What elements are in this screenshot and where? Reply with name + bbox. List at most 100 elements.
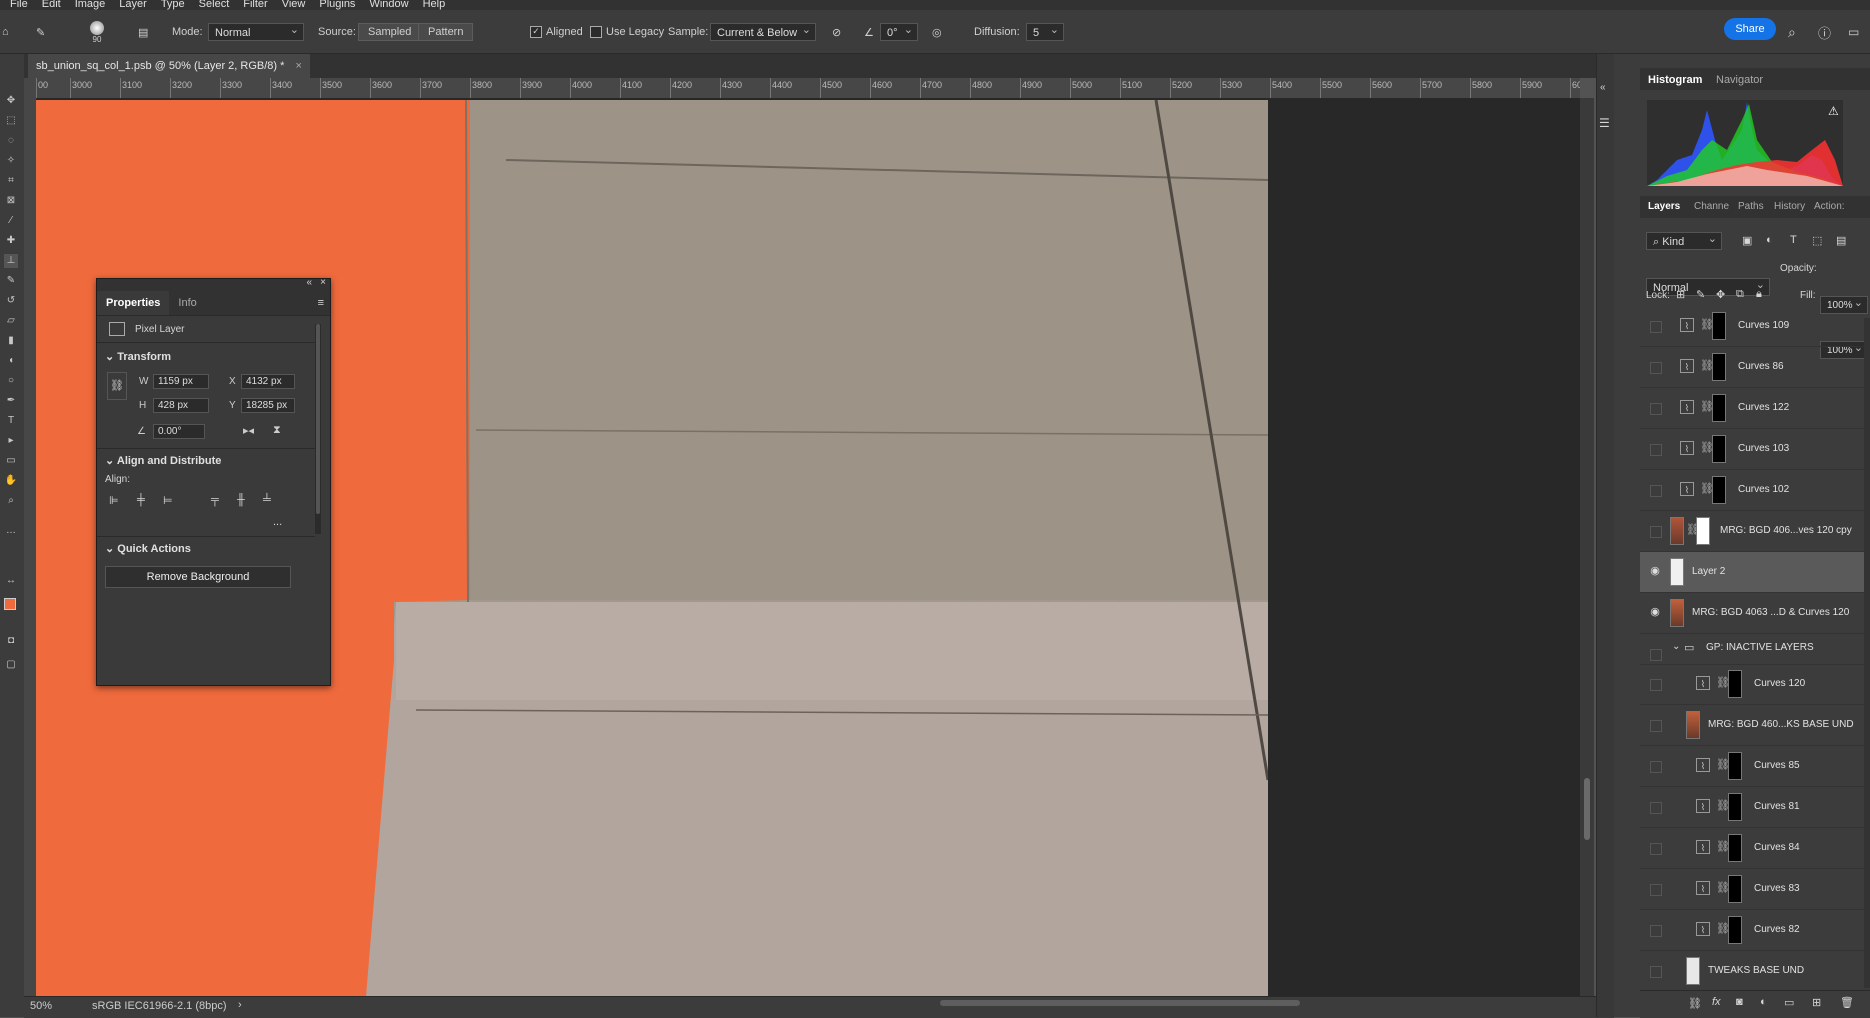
tab-paths[interactable]: Paths — [1738, 201, 1764, 212]
height-field[interactable]: 428 px — [153, 398, 209, 413]
layer-row[interactable]: ⌇ ⛓ Curves 84 — [1640, 828, 1870, 869]
visibility-toggle[interactable] — [1650, 925, 1662, 937]
menu-item-view[interactable]: View — [282, 0, 306, 10]
add-mask-icon[interactable]: ◙ — [1736, 996, 1743, 1008]
more-options-button[interactable]: ... — [273, 516, 282, 528]
layer-thumbnail[interactable] — [1686, 957, 1700, 985]
vertical-scroll-thumb[interactable] — [1584, 778, 1590, 840]
align-top-icon[interactable]: ╤ — [211, 494, 219, 506]
flip-vertical-icon[interactable]: ⧗ — [273, 424, 281, 437]
angle-input[interactable]: 0° — [880, 21, 918, 41]
filter-adjustment-icon[interactable]: ◐ — [1766, 234, 1773, 246]
layer-mask-thumbnail[interactable] — [1728, 793, 1742, 821]
ignore-adjustment-icon[interactable]: ⊘ — [832, 10, 841, 54]
blur-tool-icon[interactable]: ◖ — [4, 354, 18, 368]
marquee-tool-icon[interactable]: ⬚ — [4, 114, 18, 128]
layer-row[interactable]: ⌇ ⛓ Curves 86 — [1640, 347, 1870, 388]
lasso-tool-icon[interactable]: ◌ — [4, 134, 18, 148]
visibility-toggle[interactable] — [1650, 843, 1662, 855]
color-profile-info[interactable]: sRGB IEC61966-2.1 (8bpc) — [92, 1000, 227, 1012]
chevron-down-icon[interactable]: ⌄ — [1672, 641, 1680, 652]
tab-histogram[interactable]: Histogram — [1648, 74, 1702, 86]
properties-panel-icon[interactable]: ☰ — [1599, 116, 1610, 130]
filter-shape-icon[interactable]: ⬚ — [1812, 234, 1822, 247]
screen-mode-icon[interactable]: ▢ — [4, 658, 18, 672]
panel-scrollbar[interactable] — [315, 324, 321, 534]
frame-tool-icon[interactable]: ⊠ — [4, 194, 18, 208]
filter-type-icon[interactable]: T — [1790, 234, 1797, 246]
path-select-tool-icon[interactable]: ▸ — [4, 434, 18, 448]
menu-item-plugins[interactable]: Plugins — [319, 0, 355, 10]
swap-colors-icon[interactable]: ↔ — [4, 574, 18, 588]
layer-row[interactable]: ⌇ ⛓ Curves 85 — [1640, 746, 1870, 787]
visibility-toggle[interactable] — [1650, 720, 1662, 732]
panel-menu-icon[interactable]: ≡ — [318, 291, 330, 315]
eye-visibility-icon[interactable]: ◉ — [1649, 566, 1661, 577]
lock-transparency-icon[interactable]: ⊞ — [1676, 288, 1685, 301]
dodge-tool-icon[interactable]: ○ — [4, 374, 18, 388]
visibility-toggle[interactable] — [1650, 526, 1662, 538]
warning-icon[interactable]: ⚠ — [1828, 104, 1839, 118]
menu-item-type[interactable]: Type — [161, 0, 185, 10]
tab-channels[interactable]: Channe — [1694, 201, 1729, 212]
vertical-scrollbar[interactable] — [1580, 98, 1594, 996]
layer-mask-thumbnail[interactable] — [1728, 670, 1742, 698]
flip-horizontal-icon[interactable]: ▸◂ — [243, 424, 254, 437]
lock-pixels-icon[interactable]: ✎ — [1696, 288, 1705, 301]
menu-item-window[interactable]: Window — [369, 0, 408, 10]
layer-thumbnail[interactable] — [1670, 517, 1684, 545]
share-button[interactable]: Share — [1724, 18, 1776, 40]
visibility-toggle[interactable] — [1650, 761, 1662, 773]
tab-properties[interactable]: Properties — [97, 291, 170, 315]
search-icon[interactable]: ⌕ — [1788, 10, 1796, 54]
visibility-toggle[interactable] — [1650, 649, 1662, 661]
link-layers-icon[interactable]: ⛓ — [1688, 997, 1702, 1010]
source-pattern-button[interactable]: Pattern — [418, 23, 474, 41]
layer-mask-thumbnail[interactable] — [1696, 517, 1710, 545]
layer-row[interactable]: ⌇ ⛓ Curves 103 — [1640, 429, 1870, 470]
filter-pixel-icon[interactable]: ▣ — [1742, 234, 1752, 247]
gradient-tool-icon[interactable]: ▮ — [4, 334, 18, 348]
align-section-header[interactable]: ⌄ Align and Distribute — [105, 454, 221, 467]
layer-filter-kind-dropdown[interactable]: ⌕ Kind — [1646, 230, 1722, 250]
remove-background-button[interactable]: Remove Background — [105, 566, 291, 588]
visibility-toggle[interactable] — [1650, 884, 1662, 896]
tab-info[interactable]: Info — [169, 291, 205, 315]
pressure-size-icon[interactable]: ◎ — [932, 10, 942, 54]
align-left-icon[interactable]: ⊫ — [109, 494, 119, 507]
close-tab-icon[interactable]: × — [295, 60, 301, 72]
new-group-icon[interactable]: ▭ — [1784, 996, 1794, 1009]
menu-item-select[interactable]: Select — [199, 0, 230, 10]
layer-mask-thumbnail[interactable] — [1712, 312, 1726, 340]
x-position-field[interactable]: 4132 px — [241, 374, 295, 389]
layer-row[interactable]: MRG: BGD 460...KS BASE UND — [1640, 705, 1870, 746]
visibility-toggle[interactable] — [1650, 679, 1662, 691]
edit-toolbar-icon[interactable]: … — [4, 524, 18, 538]
lock-artboard-icon[interactable]: ⧉ — [1736, 288, 1744, 301]
layer-row[interactable]: ⌇ ⛓ Curves 83 — [1640, 869, 1870, 910]
horizontal-scroll-thumb[interactable] — [940, 1000, 1300, 1006]
lock-all-icon[interactable]: 🔒︎ — [1756, 288, 1762, 301]
crop-tool-icon[interactable]: ⌗ — [4, 174, 18, 188]
align-center-h-icon[interactable]: ╪ — [137, 494, 145, 506]
hand-tool-icon[interactable]: ✋ — [4, 474, 18, 488]
foreground-color-swatch[interactable] — [4, 598, 16, 610]
rotation-field[interactable]: 0.00° — [153, 424, 205, 439]
transform-section-header[interactable]: ⌄ Transform — [105, 350, 171, 363]
close-panel-icon[interactable]: × — [320, 277, 326, 288]
type-tool-icon[interactable]: T — [4, 414, 18, 428]
menu-item-image[interactable]: Image — [75, 0, 106, 10]
eyedropper-tool-icon[interactable]: ⁄ — [4, 214, 18, 228]
diffusion-input[interactable]: 5 — [1026, 21, 1064, 41]
filter-smart-object-icon[interactable]: ▤ — [1836, 234, 1846, 247]
menu-item-file[interactable]: File — [10, 0, 28, 10]
zoom-level[interactable]: 50% — [30, 1000, 52, 1012]
align-bottom-icon[interactable]: ╧ — [263, 494, 271, 506]
layer-group-row[interactable]: ⌄ ▭ GP: INACTIVE LAYERS — [1640, 634, 1870, 665]
visibility-toggle[interactable] — [1650, 485, 1662, 497]
layer-mask-thumbnail[interactable] — [1728, 752, 1742, 780]
document-tab[interactable]: sb_union_sq_col_1.psb @ 50% (Layer 2, RG… — [28, 54, 310, 78]
clone-source-panel-icon[interactable]: ▤ — [138, 10, 148, 54]
clone-stamp-tool-icon[interactable]: ✎ — [36, 10, 45, 54]
collapse-panel-icon[interactable]: « — [306, 277, 312, 288]
